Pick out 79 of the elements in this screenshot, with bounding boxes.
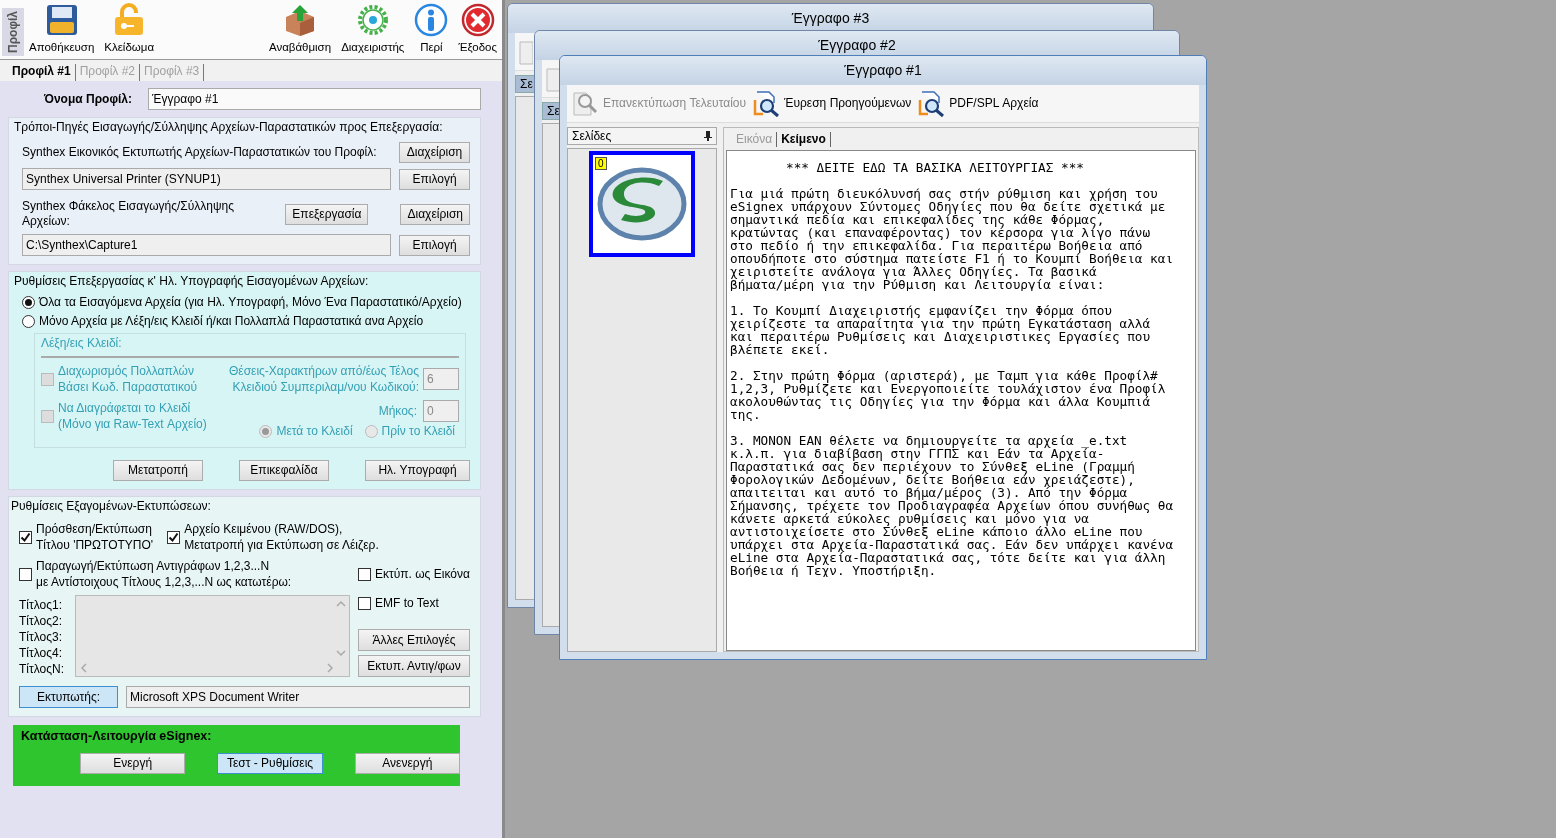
checkbox-label: Διαχωρισμός Πολλαπλών Βάσει Κωδ. Παραστατικού xyxy=(58,363,198,395)
group-title: Λέξη/εις Κλειδί: xyxy=(41,336,123,351)
text-field[interactable]: Έγγραφο #1 xyxy=(148,88,481,110)
mode-button[interactable]: Ανενεργή xyxy=(354,752,460,774)
checkbox[interactable] xyxy=(167,530,181,544)
field-label: Μήκος: xyxy=(378,403,417,419)
group-title: Ρυθμίσεις Επεξεργασίας κ' Ηλ. Υπογραφής Εισαγομένων Αρχείων: xyxy=(14,274,370,289)
manage-button[interactable]: Διαχείριση xyxy=(400,203,470,225)
pin-icon xyxy=(704,131,712,141)
action-button[interactable]: Μετατροπή xyxy=(113,460,203,481)
checkbox[interactable] xyxy=(358,567,371,581)
view-tab[interactable]: Κείμενο xyxy=(777,131,831,147)
group-title: Κατάσταση-Λειτουργία eSignex: xyxy=(21,729,213,745)
field-label: Θέσεις-Χαρακτήρων από/έως Τέλος Κλειδιού Συμπεριλαμ/νου Κωδικού: xyxy=(229,363,419,395)
group-title: Τρόποι-Πηγές Εισαγωγής/Σύλληψης Αρχείων-Παραστατικών προς Επεξεργασία: xyxy=(14,120,444,135)
toolbar-label[interactable]: Έξοδος xyxy=(458,40,497,55)
toolbar-label[interactable]: Περί xyxy=(420,40,443,55)
text-field[interactable]: Synthex Universal Printer (SYNUP1) xyxy=(22,168,391,190)
toolbar-label[interactable]: Διαχειριστής xyxy=(341,40,405,55)
page-number: 0 xyxy=(595,157,607,170)
radio-label: Μετά το Κλειδί xyxy=(276,424,353,439)
logo-icon xyxy=(597,166,687,242)
profile-tab[interactable]: Προφίλ #1 xyxy=(8,64,76,81)
panel-title: Σελίδες xyxy=(572,128,612,144)
radio-button[interactable] xyxy=(22,315,35,328)
printer-button[interactable]: Εκτυπωτής: xyxy=(19,686,118,708)
document-paragraph: 2. Στην πρώτη Φόρμα (αριστερά), με Ταμπ για κάθε Προφίλ# 1,2,3, Ρυθμίζετε και Ενεργοποιείτε τουλάχιστον ένα Προφίλ ακολουθώντας τις Οδηγίες για την Φόρμα και άλλα Κουμπιά της. xyxy=(730,369,1167,421)
radio-button[interactable] xyxy=(22,296,35,309)
radio-label: Μόνο Αρχεία με Λέξη/εις Κλειδί ή/και Πολλαπλά Παραστατικά ανα Αρχείο xyxy=(39,314,424,329)
edit-button[interactable]: Επεξεργασία xyxy=(285,203,369,225)
select-button[interactable]: Επιλογή xyxy=(399,168,470,190)
field-label: ΤίτλοςN: xyxy=(19,661,65,677)
group-title: Ρυθμίσεις Εξαγομένων-Εκτυπώσεων: xyxy=(11,499,212,514)
radio-label: Όλα τα Εισαγόμενα Αρχεία (για Ηλ. Υπογραφή, Μόνο Ένα Παραστατικό/Αρχείο) xyxy=(39,295,462,310)
close-icon xyxy=(460,3,495,37)
panel-title: Σε xyxy=(547,103,560,119)
checkbox-label: EMF to Text xyxy=(375,595,439,611)
checkbox-label: Αρχείο Κειμένου (RAW/DOS), Μετατροπή για Εκτύπωση σε Λέιζερ. xyxy=(184,521,379,553)
document-paragraph: 1. Το Κουμπί Διαχειριστής εμφανίζει την Φόρμα όπου χειρίζεστε τα απαραίτητα για την πρώτη Εγκατάσταση αλλά και περαιτέρω Ρυθμίσεις και Διαχειριστικες Εργασίες που βλέπετε εκεί. xyxy=(730,304,1152,356)
checkbox-label: Πρόσθεση/Εκτύπωση Τίτλου 'ΠΡΩΤΟΤΥΠΟ' xyxy=(36,521,154,553)
field-label: Τίτλος4: xyxy=(19,645,64,661)
field-label: Τίτλος2: xyxy=(19,613,64,629)
mode-button[interactable]: Ενεργή xyxy=(80,752,186,774)
document-heading: *** ΔΕΙΤΕ ΕΔΩ ΤΑ ΒΑΣΙΚΑ ΛΕΙΤΟΥΡΓΙΑΣ *** xyxy=(785,161,1085,174)
field-label: Τίτλος1: xyxy=(19,597,64,613)
toolbar-label[interactable]: Κλείδωμα xyxy=(104,40,155,55)
select-button[interactable]: Επιλογή xyxy=(399,234,470,256)
checkbox[interactable] xyxy=(358,596,371,610)
text-field[interactable]: Microsoft XPS Document Writer xyxy=(126,686,470,708)
toolbar-label[interactable]: Αναβάθμιση xyxy=(268,40,332,55)
window-title: Έγγραφο #1 xyxy=(560,56,1206,85)
toolbar-button[interactable]: PDF/SPL Αρχεία xyxy=(917,89,1039,118)
text-field[interactable]: C:\Synthex\Capture1 xyxy=(22,234,391,256)
action-button[interactable]: Ηλ. Υπογραφή xyxy=(365,460,470,481)
toolbar-label[interactable]: Αποθήκευση xyxy=(29,40,95,55)
panel-title: Σε xyxy=(520,76,533,92)
checkbox-label: Να Διαγράφεται το Κλειδί (Μόνο για Raw-Text Αρχείο) xyxy=(58,400,207,432)
field-label: Synthex Φάκελος Εισαγωγής/Σύλληψης Αρχείων: xyxy=(22,199,235,229)
manage-button[interactable]: Διαχείριση xyxy=(399,142,470,163)
option-button[interactable]: Άλλες Επιλογές xyxy=(358,629,470,651)
field-label: Synthex Εικονικός Εκτυπωτής Αρχείων-Παραστατικών του Προφίλ: xyxy=(22,145,378,160)
checkbox-label: Παραγωγή/Εκτύπωση Αντιγράφων 1,2,3...N με Αντίστοιχους Τίτλους 1,2,3,...N ως κατωτέρω: xyxy=(36,558,292,590)
page-thumbnail[interactable]: 0 xyxy=(589,151,695,257)
option-button[interactable]: Εκτυπ. Αντιγ/φων xyxy=(358,655,470,677)
gear-icon xyxy=(355,3,390,37)
radio-label: Πρίν το Κλειδί xyxy=(381,424,455,439)
field-label: Όνομα Προφίλ: xyxy=(43,91,133,107)
action-button[interactable]: Επικεφαλίδα xyxy=(239,460,329,481)
list-box[interactable] xyxy=(74,595,350,677)
checkbox[interactable] xyxy=(19,530,32,544)
checkbox[interactable] xyxy=(19,567,32,581)
field-label: Τίτλος3: xyxy=(19,629,64,645)
toolbar-button[interactable]: Έυρεση Προηγούμενων xyxy=(752,89,912,118)
box-icon xyxy=(283,3,317,37)
checkbox-label: Εκτύπ. ως Εικόνα xyxy=(375,566,470,582)
document-paragraph: Για μιά πρώτη διευκόλυνσή σας στήν ρύθμιση και χρήση του eSignex υπάρχουν Σύντομες Οδηγίες που θα δείτε σχετικά με σημαντικά πεδία και επικεφαλίδες της κάθε Φόρμας, κρατώντας (και επαναφέροντας) τον κέρσορα για λίγο πάνω στο πεδίο ή την επικεφαλίδα. Για περαιτέρω Βοήθεια από οπουδήποτε στο σύστημα πατείστε F1 ή το Κουμπί Βοήθεια και χειριστείτε ανάλογα για Άλλες Οδηγίες. Τα βασικά βήματα/μέρη για την Ρύθμιση και Λειτουργία είναι: xyxy=(730,187,1175,291)
info-icon xyxy=(414,3,449,37)
mode-button[interactable]: Τεστ - Ρυθμίσεις xyxy=(217,752,323,774)
document-paragraph: 3. ΜΟΝΟΝ ΕΑΝ θέλετε να δημιουργείτε τα αρχεία _e.txt κ.λ.π. για διαβίβαση στην ΓΓΠΣ και Εάν τα Αρχεία- Παραστατικά σας δεν περιέχουν το Σύνθεξ eLine (Γραμμή Φορολογικών Δεδομένων, δείτε Βοήθεια εάν χρειάζεστε), απαιτειται και αυτό το βήμα/μέρος (3). Από την Φόρμα Σήμανσης, τρέχετε τον Προδιαγραφέα Αρχείων όπου συνήθως θα κάνετε αρκετά εύκολες ρυθμίσεις και μόνο για να αντιστοιχείσετε στο Σύνθεξ eLine κάποιο άλλο eLine που υπάρχει στα Αρχεία-Παραστατικά σας. Εάν δεν υπάρχει κανένα eLine στα Αρχεία-Παραστατικά σας, τότε δείτε και για άλλη Βοήθεια ή Τεχν. Υποστήριξη. xyxy=(730,434,1175,577)
